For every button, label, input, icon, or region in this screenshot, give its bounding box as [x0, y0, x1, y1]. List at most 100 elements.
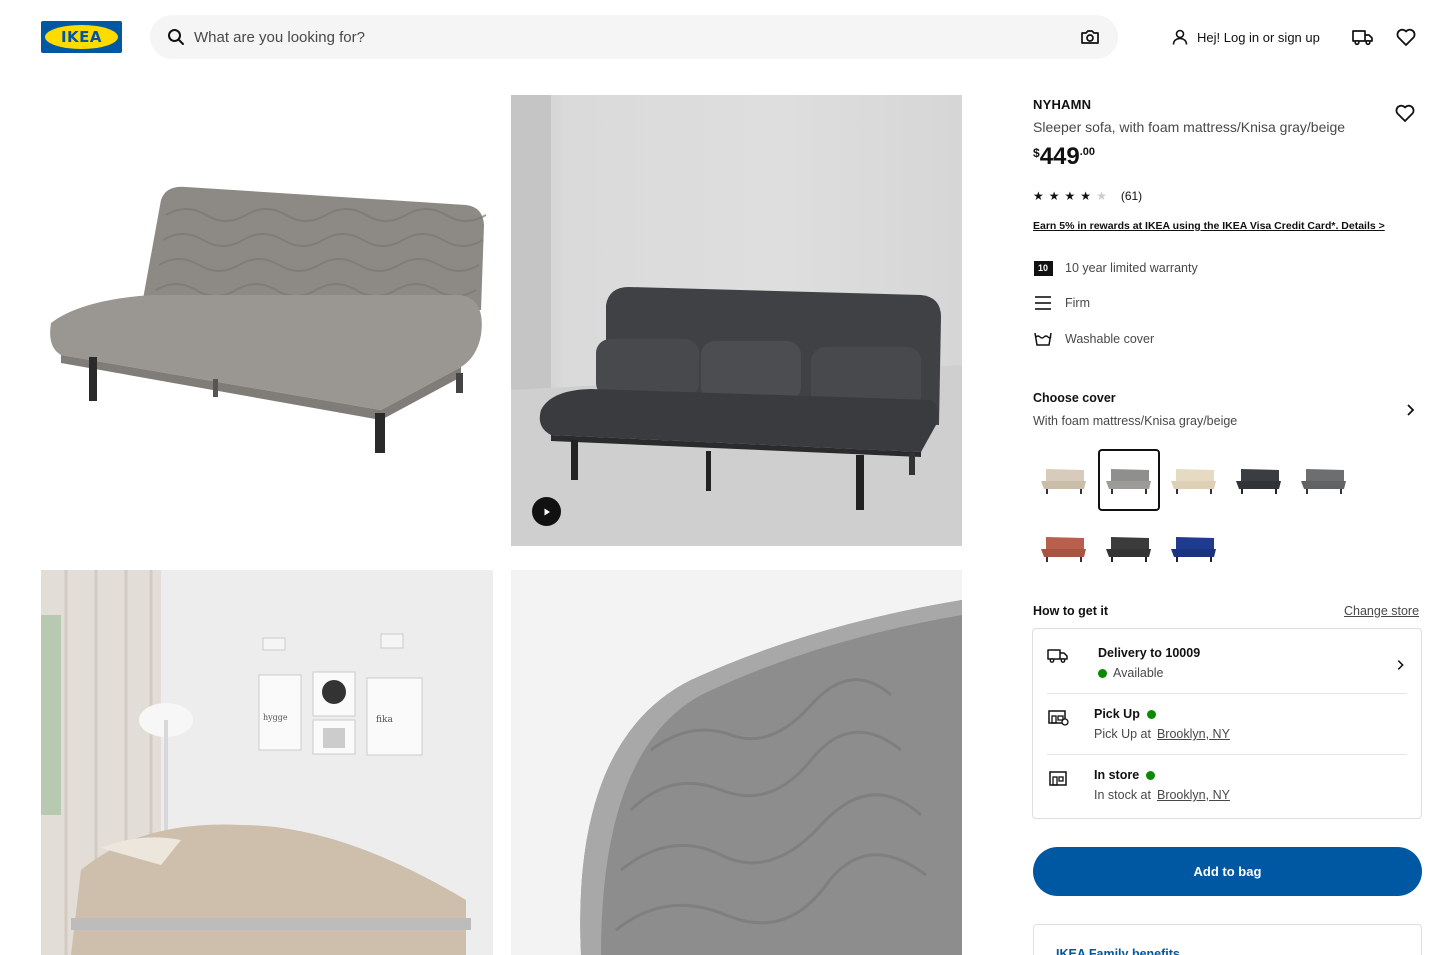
feature-firmness: Firm — [1033, 293, 1090, 313]
bedroom-illustration: hygge fika — [41, 570, 493, 955]
price-currency: $ — [1033, 146, 1040, 160]
sofa-thumbnail — [1301, 469, 1346, 494]
product-image-4[interactable] — [511, 570, 962, 955]
product-description: Sleeper sofa, with foam mattress/Knisa g… — [1033, 119, 1346, 135]
star-icon: ★ — [1048, 189, 1060, 203]
pickup-title-text: Pick Up — [1094, 707, 1140, 721]
truck-icon — [1047, 649, 1068, 663]
cover-swatch-dark-gray[interactable] — [1228, 449, 1290, 511]
sofa-thumbnail — [1041, 469, 1086, 494]
chevron-right-icon[interactable] — [1402, 402, 1418, 418]
product-price: $ 449 .00 — [1033, 143, 1095, 171]
room-sofa-illustration — [511, 95, 962, 546]
pickup-store-link[interactable]: Brooklyn, NY — [1157, 727, 1230, 741]
how-to-get-it-title: How to get it — [1033, 604, 1108, 618]
in-store-row[interactable]: In store In stock at Brooklyn, NY — [1047, 768, 1407, 808]
ikea-family-link[interactable]: IKEA Family benefits — [1056, 947, 1180, 955]
pickup-store-icon — [1048, 710, 1069, 726]
star-icon: ★ — [1033, 189, 1044, 203]
camera-icon[interactable] — [1079, 27, 1101, 47]
play-video-button[interactable] — [532, 497, 561, 526]
heart-icon[interactable] — [1394, 25, 1418, 49]
review-count: (61) — [1120, 189, 1143, 203]
product-image-1[interactable] — [41, 95, 492, 546]
in-store-title: In store — [1094, 768, 1156, 782]
choose-cover-title: Choose cover — [1033, 391, 1116, 405]
cover-swatch-gray[interactable] — [1293, 449, 1355, 511]
in-store-line: In stock at — [1094, 788, 1151, 802]
cover-swatch-light-beige[interactable] — [1163, 449, 1225, 511]
sofa-thumbnail — [1041, 537, 1086, 562]
star-icon: ★ — [1064, 189, 1076, 203]
sofa-thumbnail — [1106, 469, 1151, 494]
add-to-bag-button[interactable]: Add to bag — [1033, 847, 1422, 896]
sofa-thumbnail — [1171, 537, 1216, 562]
delivery-status-text: Available — [1113, 666, 1164, 680]
feature-label: Firm — [1065, 296, 1090, 310]
available-dot — [1098, 668, 1107, 678]
availability-box: Delivery to 10009 Available Pick Up Pick… — [1032, 628, 1422, 819]
firmness-icon — [1033, 293, 1053, 313]
divider — [1047, 754, 1407, 755]
divider — [1047, 693, 1407, 694]
delivery-status: Available — [1098, 666, 1164, 680]
product-image-3[interactable]: hygge fika — [41, 570, 493, 955]
ikea-family-card[interactable]: IKEA Family benefits — [1033, 924, 1422, 955]
user-icon — [1172, 29, 1188, 45]
truck-icon[interactable] — [1351, 25, 1375, 49]
sofa-thumbnail — [1171, 469, 1216, 494]
wall-art-fika: fika — [376, 715, 393, 725]
star-rating: ★ ★ ★ ★ ★ — [1033, 189, 1107, 203]
price-integer: 449 — [1039, 143, 1080, 170]
star-empty-icon: ★ — [1096, 189, 1107, 203]
play-icon — [544, 508, 550, 515]
wall-art-hygge: hygge — [263, 713, 288, 722]
feature-label: Washable cover — [1065, 332, 1155, 346]
cover-swatch-blue[interactable] — [1163, 517, 1225, 579]
cover-swatch-beige[interactable] — [1033, 449, 1095, 511]
star-icon: ★ — [1080, 189, 1092, 203]
product-rating[interactable]: ★ ★ ★ ★ ★ (61) — [1033, 189, 1142, 203]
feature-washable: Washable cover — [1033, 329, 1154, 349]
add-to-favorites-icon[interactable] — [1393, 101, 1417, 125]
product-name: NYHAMN — [1033, 97, 1092, 112]
delivery-title: Delivery to 10009 — [1098, 646, 1201, 660]
feature-label: 10 year limited warranty — [1065, 261, 1198, 275]
search-bar[interactable] — [150, 15, 1118, 59]
available-dot — [1146, 770, 1156, 780]
feature-warranty: 10 10 year limited warranty — [1033, 258, 1198, 278]
delivery-row[interactable]: Delivery to 10009 Available — [1047, 646, 1407, 686]
credit-card-promo-link[interactable]: Earn 5% in rewards at IKEA using the IKE… — [1033, 220, 1385, 232]
pickup-location: Pick Up at Brooklyn, NY — [1094, 727, 1230, 741]
cover-swatch-red-brown[interactable] — [1033, 517, 1095, 579]
warranty-10-icon: 10 — [1033, 258, 1053, 278]
available-dot — [1146, 709, 1156, 719]
price-decimal: .00 — [1079, 146, 1096, 158]
logo-oval: IKEA — [45, 25, 118, 49]
search-icon — [168, 29, 184, 45]
cover-swatch-anthracite[interactable] — [1098, 517, 1160, 579]
selected-cover: With foam mattress/Knisa gray/beige — [1033, 414, 1238, 428]
pickup-title: Pick Up — [1094, 707, 1156, 721]
sofa-illustration — [50, 186, 487, 453]
chevron-right-icon[interactable] — [1393, 658, 1407, 672]
logo-text: IKEA — [60, 28, 103, 46]
store-icon — [1049, 771, 1067, 786]
in-store-link[interactable]: Brooklyn, NY — [1157, 788, 1230, 802]
sofa-thumbnail — [1106, 537, 1151, 562]
warranty-badge: 10 — [1033, 260, 1053, 276]
login-link[interactable]: Hej! Log in or sign up — [1171, 26, 1320, 48]
login-label: Hej! Log in or sign up — [1197, 29, 1320, 45]
ikea-logo[interactable]: IKEA — [41, 21, 122, 53]
washable-cover-icon — [1033, 329, 1053, 349]
in-store-location: In stock at Brooklyn, NY — [1094, 788, 1230, 802]
pickup-line: Pick Up at — [1094, 727, 1151, 741]
product-image-2[interactable] — [511, 95, 962, 546]
fabric-closeup-illustration — [580, 600, 962, 955]
search-input[interactable] — [194, 15, 1054, 59]
change-store-link[interactable]: Change store — [1344, 604, 1419, 618]
sofa-thumbnail — [1236, 469, 1281, 494]
in-store-title-text: In store — [1094, 768, 1140, 782]
pickup-row[interactable]: Pick Up Pick Up at Brooklyn, NY — [1047, 707, 1407, 747]
cover-swatch-gray-beige[interactable] — [1098, 449, 1160, 511]
